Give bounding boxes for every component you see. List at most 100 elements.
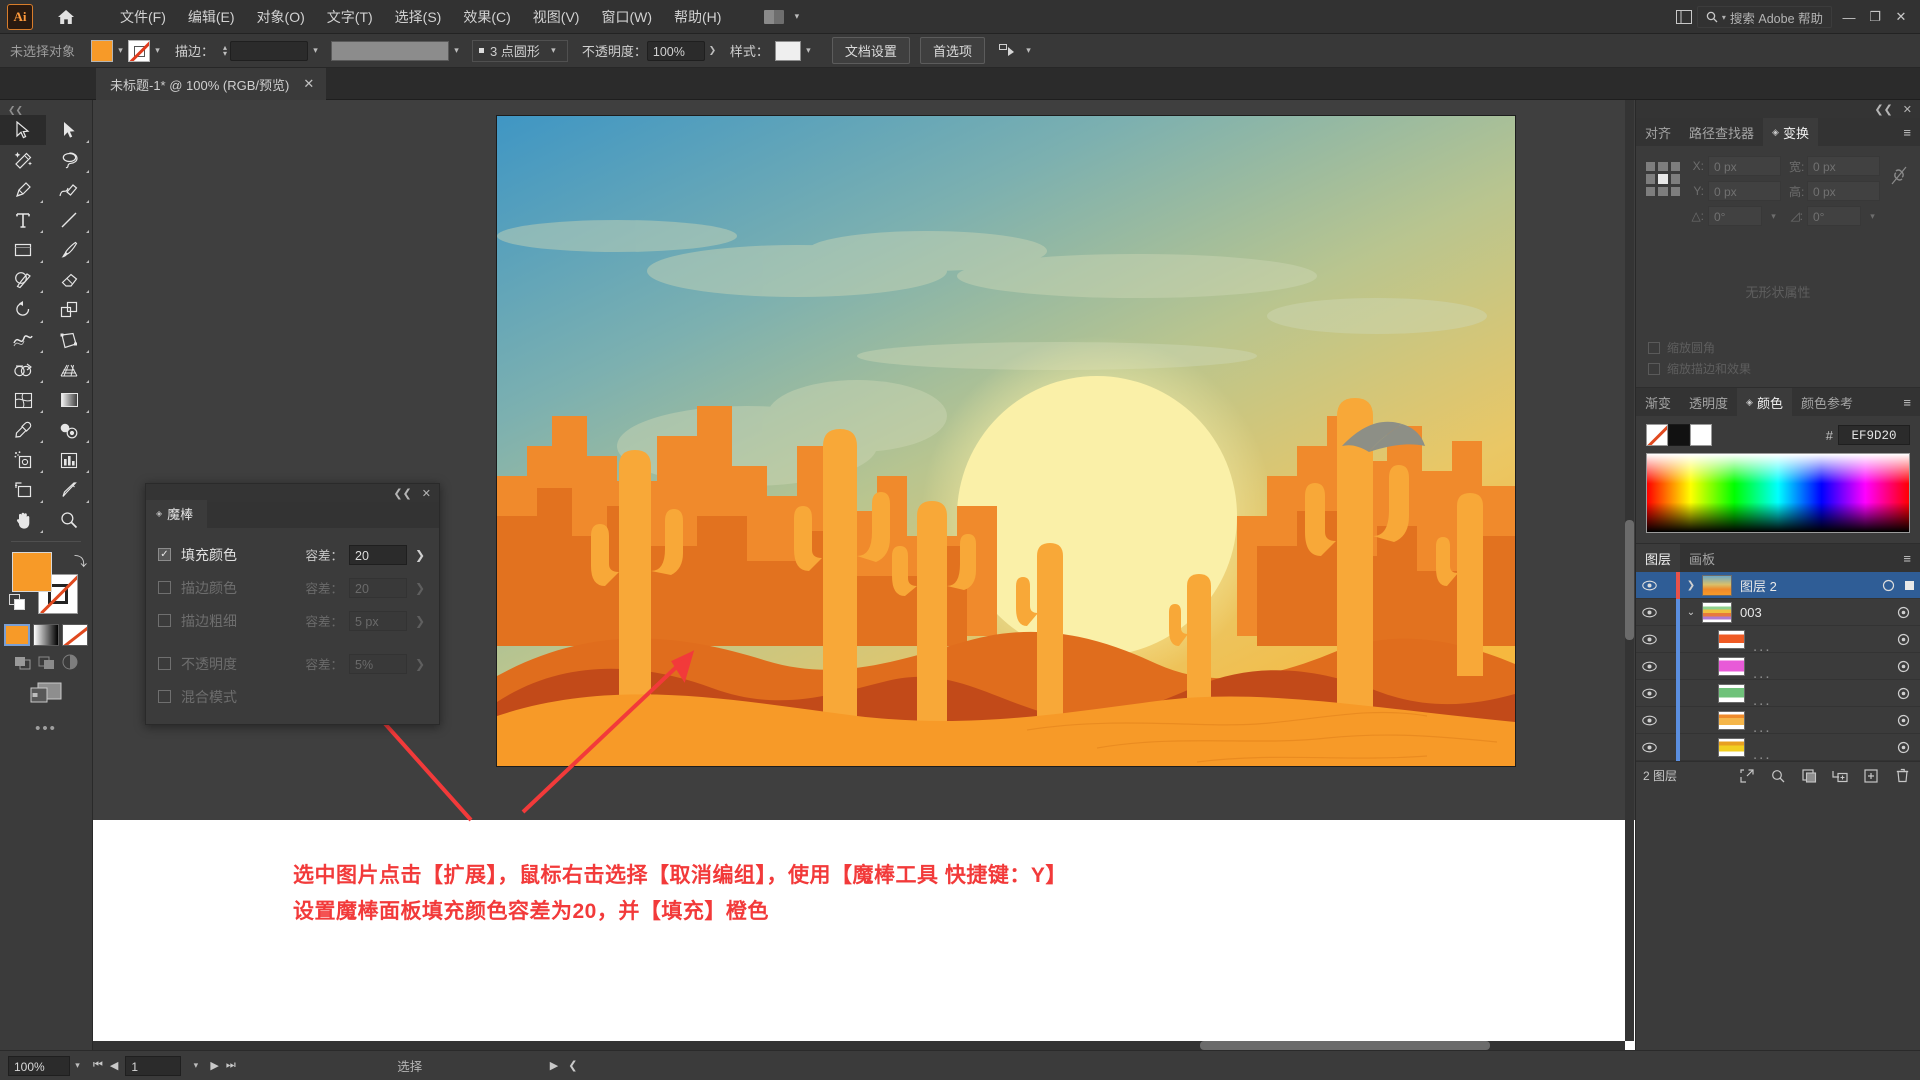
transform-y-field[interactable]: Y: 0 px: [1690, 181, 1781, 201]
tab-magic-wand[interactable]: ◈ 魔棒: [146, 500, 208, 528]
stroke-chevron-down-icon[interactable]: ▾: [150, 45, 165, 56]
magic-wand-tool[interactable]: [0, 145, 46, 175]
locate-object-icon[interactable]: [1736, 765, 1758, 787]
zoom-level-input[interactable]: 100%: [8, 1055, 70, 1076]
close-icon[interactable]: ✕: [422, 487, 431, 500]
reference-point-selector[interactable]: [1646, 162, 1680, 196]
target-indicator[interactable]: [1886, 660, 1920, 673]
visibility-eye-icon[interactable]: [1636, 715, 1662, 726]
stroke-weight-chevron-down-icon[interactable]: ▾: [308, 45, 323, 56]
change-screen-mode-icon[interactable]: [28, 680, 64, 706]
paintbrush-tool[interactable]: [46, 235, 92, 265]
stroke-profile-preview[interactable]: [331, 40, 450, 61]
color-spectrum[interactable]: [1646, 453, 1910, 533]
layer-name[interactable]: ...: [1753, 638, 1772, 655]
tab-layers[interactable]: 图层: [1636, 544, 1681, 572]
prev-page-icon[interactable]: ◀: [110, 1059, 118, 1072]
transform-panel-titlebar[interactable]: ❮❮ ✕: [1636, 100, 1920, 118]
gradient-mode-button[interactable]: [33, 624, 59, 646]
draw-inside-icon[interactable]: [62, 654, 78, 670]
color-mode-button[interactable]: [4, 624, 30, 646]
collapse-icon[interactable]: ❮❮: [1874, 103, 1892, 116]
artboard-tool[interactable]: [0, 475, 46, 505]
restore-button[interactable]: ❐: [1862, 4, 1888, 30]
brush-definition-select[interactable]: 3 点圆形 ▾: [472, 39, 568, 62]
toolbar-drag-handle[interactable]: ❮❮: [0, 105, 92, 115]
rectangle-tool[interactable]: [0, 235, 46, 265]
artboard[interactable]: [497, 116, 1515, 766]
first-page-icon[interactable]: ⏮: [93, 1059, 103, 1072]
eraser-tool[interactable]: [46, 265, 92, 295]
eyedropper-tool[interactable]: [0, 415, 46, 445]
tab-gradient[interactable]: 渐变: [1636, 388, 1680, 416]
layer-row-path-2[interactable]: ...: [1636, 652, 1920, 682]
layer-name[interactable]: ...: [1753, 665, 1772, 682]
align-options[interactable]: ▾: [998, 43, 1036, 58]
layer-row-path-4[interactable]: ...: [1636, 706, 1920, 736]
artboard-number-input[interactable]: 1: [125, 1055, 182, 1076]
close-button[interactable]: ✕: [1888, 4, 1914, 30]
lasso-tool[interactable]: [46, 145, 92, 175]
target-indicator[interactable]: [1871, 579, 1905, 592]
target-indicator[interactable]: [1886, 606, 1920, 619]
layer-name[interactable]: ...: [1753, 746, 1772, 763]
fill-chevron-down-icon[interactable]: ▾: [113, 45, 128, 56]
opacity-input[interactable]: 100%: [646, 40, 705, 61]
target-indicator[interactable]: [1886, 741, 1920, 754]
row-blending-mode[interactable]: 混合模式: [158, 680, 427, 713]
width-tool[interactable]: [0, 325, 46, 355]
horizontal-scrollbar-thumb[interactable]: [1200, 1041, 1490, 1050]
stroke-swatch[interactable]: [128, 39, 151, 62]
layer-row-003[interactable]: ⌄ 003: [1636, 598, 1920, 626]
search-icon[interactable]: [1767, 765, 1789, 787]
target-indicator[interactable]: [1886, 714, 1920, 727]
last-page-icon[interactable]: ⏭: [226, 1059, 236, 1072]
visibility-eye-icon[interactable]: [1636, 661, 1662, 672]
draw-normal-icon[interactable]: [14, 654, 32, 670]
visibility-eye-icon[interactable]: [1636, 742, 1662, 753]
row-fill-color[interactable]: ✓ 填充颜色 容差： 20 ❯: [158, 538, 427, 571]
tab-artboards[interactable]: 画板: [1680, 544, 1724, 572]
document-tab[interactable]: 未标题-1* @ 100% (RGB/预览) ✕: [96, 68, 327, 100]
blending-mode-checkbox[interactable]: [158, 690, 171, 703]
shaper-tool[interactable]: [0, 265, 46, 295]
menu-item-object[interactable]: 对象(O): [246, 3, 316, 31]
row-stroke-weight[interactable]: 描边粗细 容差： 5 px ❯: [158, 604, 427, 637]
tab-color-guide[interactable]: 颜色参考: [1792, 388, 1862, 416]
status-mode-label[interactable]: 选择: [250, 1056, 570, 1075]
perspective-grid-tool[interactable]: [46, 355, 92, 385]
transform-rotate-field[interactable]: △: 0° ▾: [1690, 206, 1781, 226]
shape-builder-tool[interactable]: [0, 355, 46, 385]
line-segment-tool[interactable]: [46, 205, 92, 235]
color-none-swatch[interactable]: [1646, 424, 1668, 446]
toolbar-fill-swatch[interactable]: [12, 552, 52, 592]
vertical-scrollbar-thumb[interactable]: [1625, 520, 1634, 640]
row-stroke-color[interactable]: 描边颜色 容差： 20 ❯: [158, 571, 427, 604]
expand-twist-icon[interactable]: ❯: [1680, 580, 1702, 591]
expand-twist-icon[interactable]: ⌄: [1680, 607, 1702, 618]
menu-item-type[interactable]: 文字(T): [316, 3, 384, 31]
fill-color-checkbox[interactable]: ✓: [158, 548, 171, 561]
panel-menu-icon[interactable]: ≡: [1894, 118, 1920, 146]
stroke-weight-input[interactable]: [230, 40, 309, 61]
zoom-chevron-down-icon[interactable]: ▾: [70, 1060, 85, 1071]
panel-menu-icon[interactable]: ≡: [1894, 544, 1920, 572]
transform-height-field[interactable]: 高: 0 px: [1789, 181, 1880, 201]
column-graph-tool[interactable]: [46, 445, 92, 475]
layer-row-path-5[interactable]: ...: [1636, 733, 1920, 763]
artboard-chevron-down-icon[interactable]: ▾: [188, 1060, 203, 1071]
layer-name[interactable]: 图层 2: [1740, 576, 1777, 595]
mesh-tool[interactable]: [0, 385, 46, 415]
menu-item-select[interactable]: 选择(S): [384, 3, 453, 31]
preferences-button[interactable]: 首选项: [919, 37, 985, 64]
zoom-tool[interactable]: [46, 505, 92, 535]
document-setup-button[interactable]: 文档设置: [831, 37, 910, 64]
visibility-eye-icon[interactable]: [1636, 688, 1662, 699]
layer-name[interactable]: ...: [1753, 692, 1772, 709]
minimize-button[interactable]: —: [1836, 4, 1862, 30]
fill-tolerance-expand-icon[interactable]: ❯: [413, 548, 427, 562]
magic-wand-panel[interactable]: ❮❮ ✕ ◈ 魔棒 ✓ 填充颜色 容差： 20 ❯ 描边颜色 容差： 20 ❯ …: [145, 483, 440, 725]
target-indicator[interactable]: [1886, 687, 1920, 700]
panel-menu-icon[interactable]: ≡: [1894, 388, 1920, 416]
slice-tool[interactable]: [46, 475, 92, 505]
